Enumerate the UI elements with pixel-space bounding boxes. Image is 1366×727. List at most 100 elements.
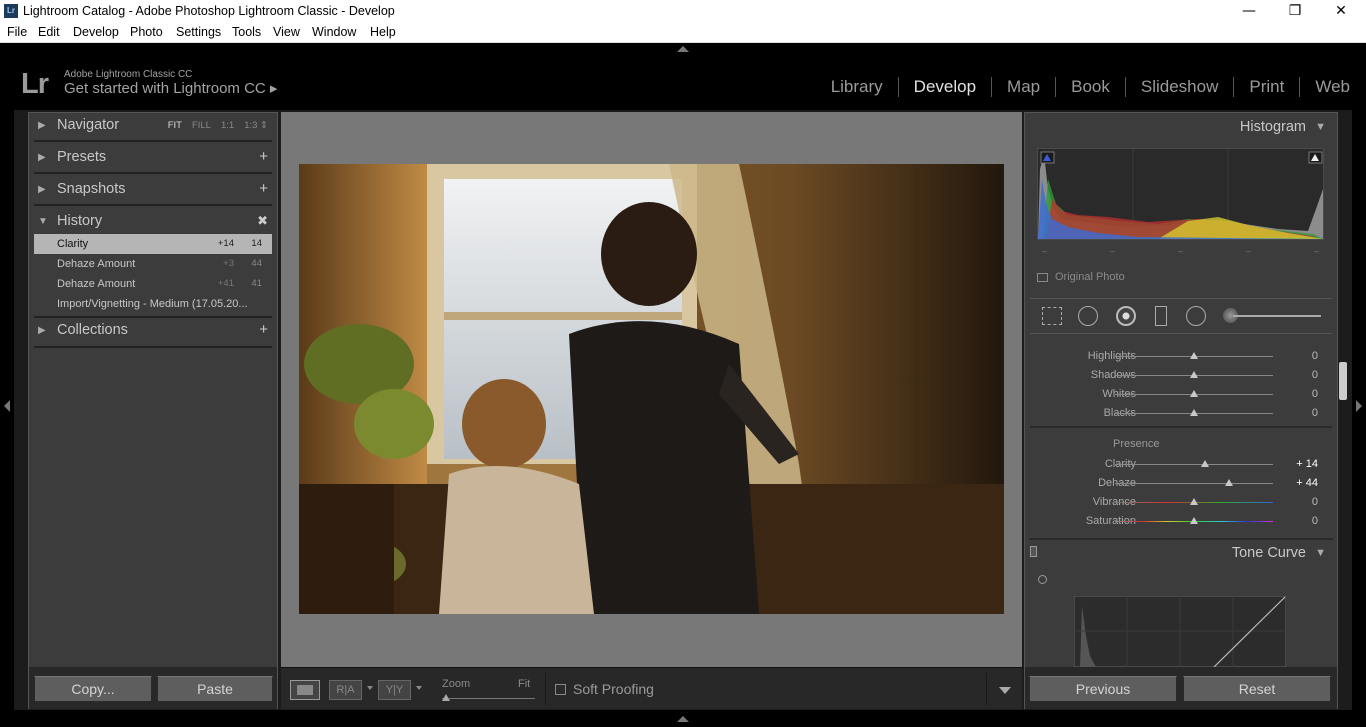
whites-slider[interactable]: Whites 0 bbox=[1030, 385, 1332, 404]
before-after-swap-icon[interactable]: Y|Y bbox=[378, 680, 411, 700]
collapse-top-icon[interactable] bbox=[677, 46, 689, 52]
spot-removal-icon[interactable] bbox=[1078, 306, 1098, 326]
zoom-fit-label: Fit bbox=[518, 678, 531, 690]
menu-tools[interactable]: Tools bbox=[232, 25, 261, 39]
add-collection-icon[interactable]: + bbox=[259, 321, 268, 338]
original-photo-checkbox[interactable] bbox=[1037, 273, 1048, 282]
crop-overlay-icon[interactable] bbox=[1042, 307, 1062, 325]
before-after-icon[interactable]: R|A bbox=[329, 680, 362, 700]
slider-knob[interactable] bbox=[1190, 371, 1198, 378]
dropdown-caret-icon[interactable] bbox=[367, 686, 373, 690]
copy-button[interactable]: Copy... bbox=[34, 676, 152, 702]
module-book[interactable]: Book bbox=[1056, 77, 1126, 97]
module-print[interactable]: Print bbox=[1234, 77, 1301, 97]
graduated-filter-icon[interactable] bbox=[1155, 306, 1167, 326]
zoom-slider[interactable] bbox=[442, 698, 535, 699]
collections-header[interactable]: ▶ Collections + bbox=[34, 316, 272, 348]
histogram-readout: – – – – – bbox=[1042, 246, 1319, 256]
minimize-icon[interactable]: — bbox=[1226, 0, 1272, 23]
paste-button[interactable]: Paste bbox=[157, 676, 273, 702]
blacks-slider[interactable]: Blacks 0 bbox=[1030, 404, 1332, 423]
slider-knob[interactable] bbox=[1201, 460, 1210, 467]
slider-track[interactable] bbox=[1115, 464, 1273, 465]
histogram-header[interactable]: Histogram ▼ bbox=[1030, 119, 1332, 143]
right-panel-scrollbar[interactable] bbox=[1339, 362, 1347, 400]
history-item[interactable]: Import/Vignetting - Medium (17.05.20... bbox=[34, 294, 272, 314]
zoom-slider-knob[interactable] bbox=[442, 694, 450, 701]
histogram-graph bbox=[1038, 149, 1323, 239]
toolbar: R|A Y|Y Zoom Fit Soft Proofing bbox=[281, 667, 1022, 709]
original-photo-label: Original Photo bbox=[1055, 271, 1125, 283]
zoom-label: Zoom bbox=[442, 678, 471, 690]
menu-view[interactable]: View bbox=[273, 25, 300, 39]
menu-edit[interactable]: Edit bbox=[38, 25, 60, 39]
dehaze-slider[interactable]: Dehaze + 44 bbox=[1030, 474, 1332, 493]
restore-icon[interactable]: ❐ bbox=[1272, 0, 1318, 23]
toolbar-menu-icon[interactable] bbox=[999, 687, 1011, 694]
module-library[interactable]: Library bbox=[816, 77, 899, 97]
zoom-fill[interactable]: FILL bbox=[192, 120, 211, 131]
highlights-slider[interactable]: Highlights 0 bbox=[1030, 347, 1332, 366]
tool-strip-line bbox=[1233, 315, 1321, 317]
app-icon: Lr bbox=[4, 4, 18, 18]
collapse-bottom-icon[interactable] bbox=[677, 716, 689, 722]
target-adjust-icon[interactable] bbox=[1038, 575, 1047, 584]
module-slideshow[interactable]: Slideshow bbox=[1126, 77, 1235, 97]
soft-proofing-checkbox[interactable] bbox=[555, 684, 566, 695]
history-item[interactable]: Dehaze Amount +3 44 bbox=[34, 254, 272, 274]
saturation-slider[interactable]: Saturation 0 bbox=[1030, 512, 1332, 531]
vibrance-slider[interactable]: Vibrance 0 bbox=[1030, 493, 1332, 512]
red-eye-icon[interactable] bbox=[1116, 306, 1136, 326]
menu-photo[interactable]: Photo bbox=[130, 25, 163, 39]
presets-header[interactable]: ▶ Presets + bbox=[34, 144, 272, 174]
zoom-fit[interactable]: FIT bbox=[168, 120, 182, 131]
menu-help[interactable]: Help bbox=[370, 25, 396, 39]
module-map[interactable]: Map bbox=[992, 77, 1057, 97]
add-snapshot-icon[interactable]: + bbox=[259, 180, 268, 197]
photo-preview[interactable] bbox=[299, 164, 1004, 614]
slider-knob[interactable] bbox=[1190, 390, 1198, 397]
menu-file[interactable]: File bbox=[7, 25, 27, 39]
history-item[interactable]: Dehaze Amount +41 41 bbox=[34, 274, 272, 294]
shadows-slider[interactable]: Shadows 0 bbox=[1030, 366, 1332, 385]
photo-image bbox=[299, 164, 1004, 614]
collapse-left-icon[interactable] bbox=[4, 400, 10, 412]
histogram[interactable] bbox=[1037, 148, 1324, 240]
snapshots-header[interactable]: ▶ Snapshots + bbox=[34, 176, 272, 206]
menu-bar: File Edit Develop Photo Settings Tools V… bbox=[0, 23, 1366, 43]
collapse-triangle-icon: ▼ bbox=[38, 216, 48, 227]
module-web[interactable]: Web bbox=[1300, 77, 1350, 97]
slider-knob[interactable] bbox=[1190, 352, 1198, 359]
tool-strip bbox=[1030, 298, 1332, 334]
collapse-right-icon[interactable] bbox=[1356, 400, 1362, 412]
dropdown-caret-icon[interactable] bbox=[416, 686, 422, 690]
menu-settings[interactable]: Settings bbox=[176, 25, 221, 39]
collapse-triangle-icon: ▼ bbox=[1315, 121, 1326, 133]
soft-proofing-label: Soft Proofing bbox=[573, 681, 654, 697]
reset-button[interactable]: Reset bbox=[1183, 676, 1331, 702]
zoom-1-1[interactable]: 1:1 bbox=[221, 120, 234, 131]
tone-curve-graph[interactable] bbox=[1074, 596, 1286, 667]
tone-curve-header[interactable]: Tone Curve ▼ bbox=[1030, 545, 1332, 567]
navigator-header[interactable]: ▶ Navigator FIT FILL 1:1 1:3 ⇕ bbox=[34, 112, 272, 142]
zoom-1-3[interactable]: 1:3 ⇕ bbox=[244, 120, 268, 131]
add-preset-icon[interactable]: + bbox=[259, 148, 268, 165]
slider-knob[interactable] bbox=[1224, 479, 1233, 486]
module-develop[interactable]: Develop bbox=[899, 77, 993, 97]
presence-heading: Presence bbox=[1113, 438, 1160, 450]
close-icon[interactable]: ✕ bbox=[1318, 0, 1364, 23]
menu-window[interactable]: Window bbox=[312, 25, 356, 39]
module-picker: Library Develop Map Book Slideshow Print… bbox=[816, 77, 1350, 97]
slider-knob[interactable] bbox=[1190, 517, 1198, 524]
close-icon[interactable]: ✖ bbox=[257, 213, 268, 229]
radial-filter-icon[interactable] bbox=[1186, 306, 1206, 326]
slider-track[interactable] bbox=[1115, 483, 1273, 484]
identity-line2[interactable]: Get started with Lightroom CC ▸ bbox=[64, 79, 277, 97]
clarity-slider[interactable]: Clarity + 14 bbox=[1030, 455, 1332, 474]
slider-knob[interactable] bbox=[1190, 498, 1198, 505]
previous-button[interactable]: Previous bbox=[1029, 676, 1177, 702]
history-item[interactable]: Clarity +14 14 bbox=[34, 234, 272, 254]
loupe-view-icon[interactable] bbox=[290, 680, 320, 700]
menu-develop[interactable]: Develop bbox=[73, 25, 119, 39]
slider-knob[interactable] bbox=[1190, 409, 1198, 416]
